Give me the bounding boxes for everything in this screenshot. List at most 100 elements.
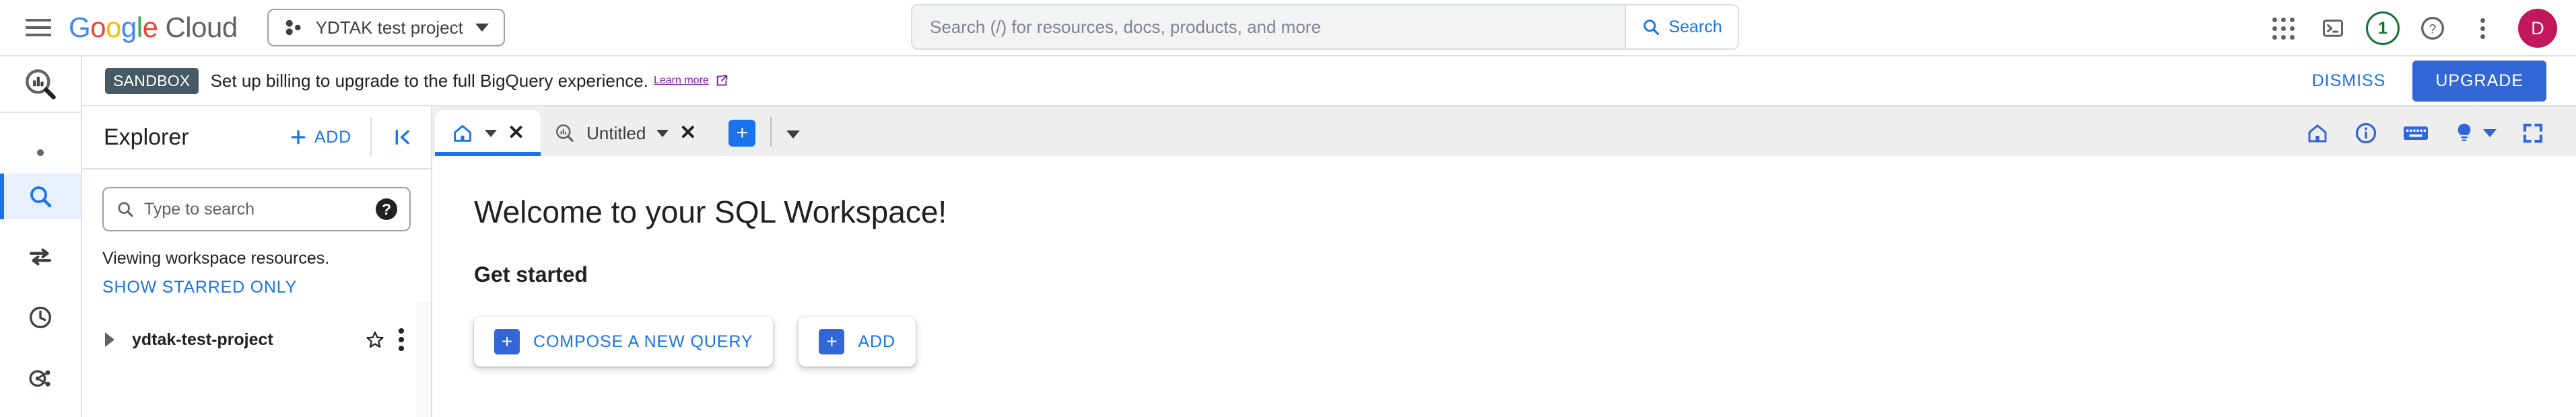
logo-letter-l: l xyxy=(136,11,143,43)
help-circle-icon[interactable]: ? xyxy=(2412,7,2453,49)
notification-message: Set up billing to upgrade to the full Bi… xyxy=(210,70,648,91)
logo-cloud-text: Cloud xyxy=(165,11,238,43)
explorer-header: Explorer ADD xyxy=(82,106,431,169)
svg-text:?: ? xyxy=(2429,23,2437,37)
fullscreen-glyph xyxy=(2523,123,2543,143)
user-avatar[interactable]: D xyxy=(2518,9,2557,48)
viewing-scope-text: Viewing workspace resources. xyxy=(102,249,330,268)
collapse-left-icon[interactable] xyxy=(382,120,423,155)
toolbar-fullscreen-icon[interactable] xyxy=(2521,121,2545,145)
tab-untitled-caret-icon[interactable] xyxy=(656,129,669,137)
tab-untitled-query[interactable]: Untitled ✕ xyxy=(541,110,710,156)
sidebar-item-analytics-hub[interactable] xyxy=(0,355,81,401)
hamburger-menu-icon[interactable] xyxy=(26,17,51,38)
explorer-body: ? Viewing workspace resources. SHOW STAR… xyxy=(82,169,431,417)
cloud-shell-terminal-icon[interactable] xyxy=(2312,7,2354,49)
toolbar-lightbulb-icon[interactable] xyxy=(2453,121,2497,145)
add-data-label: ADD xyxy=(858,332,895,351)
toolbar-keyboard-icon[interactable] xyxy=(2402,121,2429,145)
get-started-heading: Get started xyxy=(474,262,588,287)
bigquery-magnifier-icon xyxy=(556,124,574,142)
keyboard-glyph xyxy=(2404,126,2428,140)
logo-letter-G: G xyxy=(69,11,91,43)
global-search-button[interactable]: Search xyxy=(1625,5,1738,48)
help-icon[interactable]: ? xyxy=(376,198,397,220)
show-starred-only-link[interactable]: SHOW STARRED ONLY xyxy=(102,278,297,297)
more-vert-icon[interactable] xyxy=(2462,7,2503,49)
toolbar-home-icon[interactable] xyxy=(2305,121,2330,145)
workspace-toolbar xyxy=(2305,121,2576,145)
tab-untitled-label: Untitled xyxy=(586,122,646,143)
bigquery-magnifier-icon[interactable] xyxy=(0,56,81,113)
sidebar-item-data-transfers[interactable] xyxy=(0,234,81,280)
dismiss-button[interactable]: DISMISS xyxy=(2296,62,2402,100)
explorer-add-label: ADD xyxy=(314,127,351,147)
global-search-input[interactable] xyxy=(912,5,1625,48)
hamburger-line xyxy=(26,26,51,29)
top-bar-actions: 1 ? D xyxy=(2262,0,2557,56)
sidebar-item-scheduled-queries[interactable] xyxy=(0,295,81,340)
tab-untitled-close-icon[interactable]: ✕ xyxy=(679,123,696,143)
work-area: Explorer ADD Type to search ? Viewing wo… xyxy=(82,106,2576,417)
notification-count-badge: 1 xyxy=(2366,11,2400,45)
explorer-search-box[interactable]: ? xyxy=(102,187,411,231)
collapse-glyph xyxy=(395,129,409,145)
add-data-button[interactable]: + ADD xyxy=(799,317,916,367)
notifications-button[interactable]: 1 xyxy=(2362,7,2404,49)
welcome-heading: Welcome to your SQL Workspace! xyxy=(474,194,947,229)
tree-item-project[interactable]: ydtak-test-project xyxy=(102,326,411,354)
logo-letter-o: o xyxy=(90,11,106,43)
product-rail xyxy=(0,56,82,417)
logo-letter-o2: o xyxy=(106,11,121,43)
explorer-search-input[interactable] xyxy=(144,199,366,219)
google-cloud-logo[interactable]: Go o g l e Cloud xyxy=(69,11,238,44)
sandbox-notification-bar: SANDBOX Set up billing to upgrade to the… xyxy=(82,56,2576,106)
search-icon xyxy=(118,202,133,217)
tree-item-more-vert-icon[interactable] xyxy=(392,326,411,354)
toolbar-info-icon[interactable] xyxy=(2354,121,2378,145)
info-glyph xyxy=(2355,122,2377,144)
more-vert-dots xyxy=(2480,17,2485,39)
sidebar-item-search[interactable] xyxy=(0,174,81,219)
workspace-tabbar: ✕ Untitled ✕ + xyxy=(432,106,2576,156)
search-icon xyxy=(1643,20,1660,36)
new-tab-button[interactable]: + xyxy=(728,120,756,147)
page-title: Explorer xyxy=(104,124,189,150)
apps-grid-icon[interactable] xyxy=(2262,7,2304,49)
top-app-bar: Go o g l e Cloud YDTAK test project Search xyxy=(0,0,2576,56)
upgrade-button[interactable]: UPGRADE xyxy=(2412,60,2546,102)
divider xyxy=(770,117,772,147)
explorer-add-button[interactable]: ADD xyxy=(281,121,360,154)
plus-square-icon: + xyxy=(494,329,520,354)
divider xyxy=(370,118,372,157)
global-search-bar[interactable]: Search xyxy=(911,4,1739,50)
tab-home-caret-icon[interactable] xyxy=(485,129,497,137)
clock-icon xyxy=(29,306,52,329)
main-column: SANDBOX Set up billing to upgrade to the… xyxy=(82,56,2576,417)
home-glyph xyxy=(2308,124,2327,143)
project-selector[interactable]: YDTAK test project xyxy=(267,9,505,46)
open-in-new-icon xyxy=(716,75,728,86)
search-icon xyxy=(30,186,52,208)
project-selector-label: YDTAK test project xyxy=(315,17,463,38)
analytics-hub-icon xyxy=(29,370,50,387)
tab-home[interactable]: ✕ xyxy=(435,110,541,156)
learn-more-link[interactable]: Learn more xyxy=(654,75,709,87)
plus-icon xyxy=(291,130,306,145)
status-badge: SANDBOX xyxy=(105,67,199,94)
dot-icon xyxy=(37,149,44,156)
sql-workspace: ✕ Untitled ✕ + Welcome to your SQL Works… xyxy=(432,106,2576,417)
star-outline-icon[interactable] xyxy=(358,327,392,352)
plus-square-icon: + xyxy=(819,329,845,354)
get-started-actions: + COMPOSE A NEW QUERY + ADD xyxy=(474,317,2576,367)
logo-letter-e: e xyxy=(142,11,158,43)
lightbulb-chevron-down-icon[interactable] xyxy=(2483,129,2497,137)
new-tab-options-chevron-down-icon[interactable] xyxy=(786,130,801,139)
transfer-arrows-icon xyxy=(29,248,52,266)
expand-caret-icon[interactable] xyxy=(105,332,114,347)
compose-new-query-button[interactable]: + COMPOSE A NEW QUERY xyxy=(474,317,774,367)
tab-home-close-icon[interactable]: ✕ xyxy=(508,123,524,143)
home-icon xyxy=(454,124,471,142)
explorer-scrollbar[interactable] xyxy=(416,301,431,417)
sidebar-item-dot[interactable] xyxy=(0,132,81,174)
